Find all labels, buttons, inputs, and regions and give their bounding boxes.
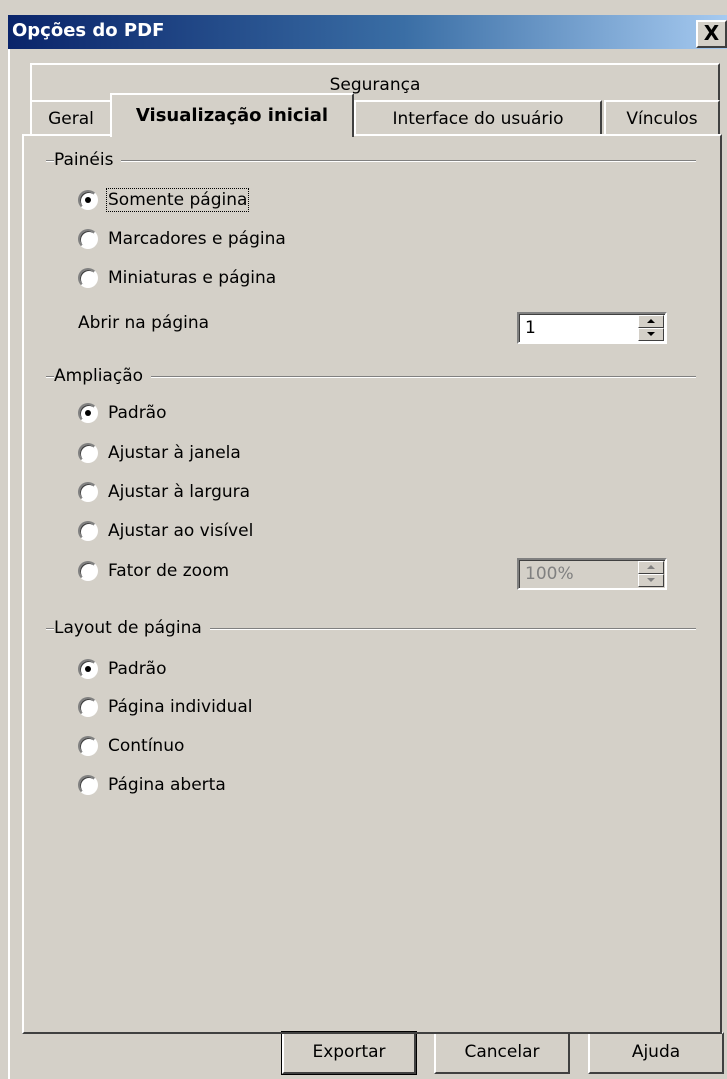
- tab-label: Geral: [48, 109, 94, 129]
- tab-vinculos[interactable]: Vínculos: [604, 100, 720, 134]
- tab-label: Visualização inicial: [135, 105, 329, 126]
- tab-panel: [22, 134, 722, 1034]
- tab-geral[interactable]: Geral: [30, 100, 112, 134]
- pdf-options-dialog: Opções do PDF X Segurança Geral Interfac…: [0, 0, 727, 1079]
- help-button[interactable]: Ajuda: [588, 1032, 724, 1074]
- tab-label: Interface do usuário: [392, 109, 564, 129]
- close-icon: X: [703, 21, 720, 45]
- page-layout-group-label: Layout de página: [54, 618, 210, 638]
- cancel-button[interactable]: Cancelar: [434, 1032, 570, 1074]
- tab-visualizacao-inicial[interactable]: Visualização inicial: [110, 93, 354, 137]
- close-button[interactable]: X: [696, 20, 727, 48]
- panels-group-label: Painéis: [54, 150, 122, 170]
- title-bar: Opções do PDF: [8, 15, 727, 49]
- tab-label: Segurança: [329, 75, 421, 95]
- tab-interface-usuario[interactable]: Interface do usuário: [354, 100, 602, 134]
- dialog-title: Opções do PDF: [12, 20, 165, 41]
- export-button[interactable]: Exportar: [281, 1031, 417, 1075]
- magnification-group-label: Ampliação: [54, 366, 152, 386]
- window-frame-edge: [8, 49, 10, 1079]
- tab-label: Vínculos: [626, 109, 698, 129]
